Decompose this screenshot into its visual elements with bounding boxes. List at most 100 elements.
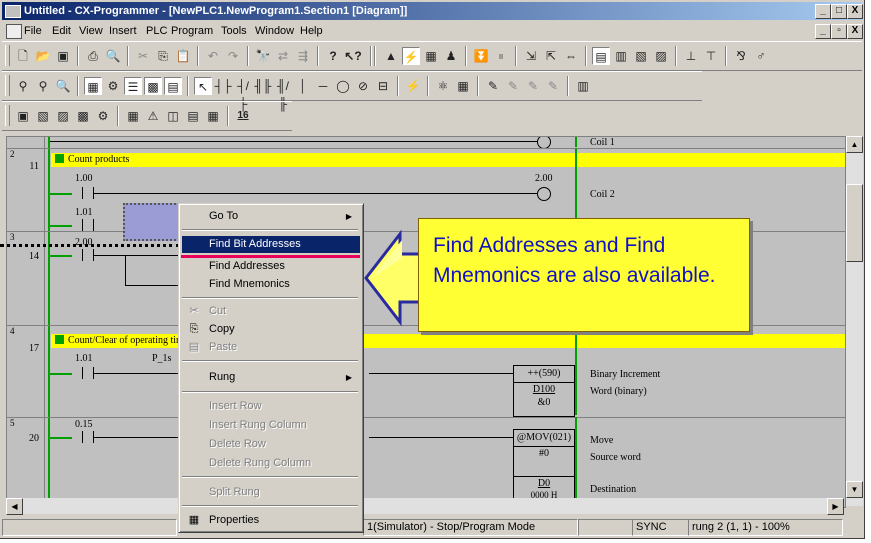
selection-cursor[interactable] xyxy=(123,203,183,241)
paste-icon[interactable]: 📋 xyxy=(174,47,192,65)
set-icon[interactable]: ⅋ xyxy=(732,47,750,65)
transfer-from-plc-icon[interactable]: ⇱ xyxy=(542,47,560,65)
menu-edit[interactable]: Edit xyxy=(52,22,71,40)
coil-symbol[interactable] xyxy=(537,187,551,201)
menu-item-delete-row[interactable]: Delete Row xyxy=(182,436,360,453)
program-mode-icon[interactable]: ▦ xyxy=(422,47,440,65)
menu-item-find-bit-addresses[interactable]: Find Bit Addresses xyxy=(182,236,360,253)
menu-window[interactable]: Window xyxy=(255,22,294,40)
menu-insert[interactable]: Insert xyxy=(109,22,137,40)
copy-icon[interactable]: ⎘ xyxy=(154,47,172,65)
menu-item-cut[interactable]: ✂ Cut xyxy=(182,303,360,320)
settings-icon[interactable]: ⚙ xyxy=(94,107,112,125)
zoom-fit-icon[interactable]: 🔍 xyxy=(54,77,72,95)
maximize-button[interactable]: □ xyxy=(831,4,847,19)
help-icon[interactable]: ? xyxy=(324,47,342,65)
doc-restore-button[interactable]: ▫ xyxy=(831,24,847,39)
find-icon[interactable]: 🔭 xyxy=(254,47,272,65)
menu-item-insert-row[interactable]: Insert Row xyxy=(182,398,360,415)
online-icon[interactable]: ▲ xyxy=(382,47,400,65)
save-icon[interactable]: ▣ xyxy=(54,47,72,65)
redo-icon[interactable]: ↷ xyxy=(224,47,242,65)
run-icon[interactable]: ⏬ xyxy=(472,47,490,65)
new-contact-icon[interactable]: ┤├ xyxy=(214,77,232,95)
new-closed-coil-icon[interactable]: ⊘ xyxy=(354,77,372,95)
menu-program[interactable]: Program xyxy=(171,22,213,40)
finish-edit-icon[interactable]: ✎ xyxy=(544,77,562,95)
send-changes-icon[interactable]: ✎ xyxy=(524,77,542,95)
scroll-up-button[interactable]: ▲ xyxy=(846,136,863,153)
vertical-line-icon[interactable]: │ xyxy=(294,77,312,95)
watch-window-icon[interactable]: ▤ xyxy=(592,47,610,65)
symbols-view-icon[interactable]: ▨ xyxy=(54,107,72,125)
close-button[interactable]: X xyxy=(847,4,863,19)
menu-item-find-mnemonics[interactable]: Find Mnemonics xyxy=(182,276,360,293)
context-help-icon[interactable]: ↖? xyxy=(344,47,362,65)
new-icon[interactable]: 🗋 xyxy=(14,47,32,65)
menu-plc[interactable]: PLC xyxy=(146,22,167,40)
new-closed-contact-icon[interactable]: ┤/├ xyxy=(234,77,252,111)
vertical-scrollbar[interactable]: ▲ ▼ xyxy=(845,136,863,506)
app-icon[interactable] xyxy=(5,5,21,18)
address-reference-icon[interactable]: ▥ xyxy=(612,47,630,65)
ladder-view-icon[interactable]: ▣ xyxy=(14,107,32,125)
rung-annotation-icon[interactable]: ☰ xyxy=(124,77,142,95)
replace-icon[interactable]: ⇄ xyxy=(274,47,292,65)
io-table-icon[interactable]: ▩ xyxy=(74,107,92,125)
menu-tools[interactable]: Tools xyxy=(221,22,247,40)
compare-icon[interactable]: ⇔ xyxy=(562,47,580,65)
pause-icon[interactable]: ⏸ xyxy=(492,47,510,65)
document-icon[interactable] xyxy=(6,24,22,39)
horizontal-line-icon[interactable]: ─ xyxy=(314,77,332,95)
scroll-down-button[interactable]: ▼ xyxy=(846,481,863,498)
debug-icon[interactable]: ♟ xyxy=(442,47,460,65)
memory-icon[interactable]: ▦ xyxy=(454,77,472,95)
protection-icon[interactable]: ▦ xyxy=(204,107,222,125)
new-or-contact-icon[interactable]: ╢╟ xyxy=(254,77,272,95)
cycle-time-icon[interactable]: ▤ xyxy=(184,107,202,125)
menu-item-copy[interactable]: ⎘ Copy xyxy=(182,321,360,338)
rung-comment[interactable]: Count/Clear of operating tim xyxy=(51,334,845,348)
minimize-button[interactable]: _ xyxy=(815,4,831,19)
doc-close-button[interactable]: X xyxy=(847,24,863,39)
cut-icon[interactable]: ✂ xyxy=(134,47,152,65)
new-coil-icon[interactable]: ◯ xyxy=(334,77,352,95)
output-window-icon[interactable]: ▧ xyxy=(632,47,650,65)
reset-icon[interactable]: ♂ xyxy=(752,47,770,65)
select-mode-icon[interactable]: ↖ xyxy=(194,77,212,95)
grid-icon[interactable]: ▦ xyxy=(84,77,102,95)
menu-item-split-rung[interactable]: Split Rung xyxy=(182,484,360,501)
mnemonic-view-icon[interactable]: ▧ xyxy=(34,107,52,125)
new-or-closed-contact-icon[interactable]: ╢/╟ xyxy=(274,77,292,111)
plc-clock-icon[interactable]: ◫ xyxy=(164,107,182,125)
show-list-icon[interactable]: ▤ xyxy=(164,77,182,95)
monitor-icon[interactable]: ⚡ xyxy=(402,47,420,65)
open-icon[interactable]: 📂 xyxy=(34,47,52,65)
menu-help[interactable]: Help xyxy=(300,22,323,40)
cross-reference-icon[interactable]: ⚛ xyxy=(434,77,452,95)
instruction-block[interactable]: ++(590) D100 &0 xyxy=(513,365,575,417)
menu-item-go-to[interactable]: Go To ▶ xyxy=(182,208,360,225)
scroll-thumb[interactable] xyxy=(846,184,863,262)
undo-icon[interactable]: ↶ xyxy=(204,47,222,65)
menu-item-rung[interactable]: Rung ▶ xyxy=(182,369,360,386)
horizontal-scrollbar[interactable]: ◀ ▶ xyxy=(6,498,844,515)
menu-item-properties[interactable]: ▦ Properties xyxy=(182,512,360,529)
find-next-icon[interactable]: ⇶ xyxy=(294,47,312,65)
force-on-icon[interactable]: ⊥ xyxy=(682,47,700,65)
print-icon[interactable]: ⎙ xyxy=(84,47,102,65)
instruction-block[interactable]: @MOV(021) #0 D0 0000 H xyxy=(513,429,575,507)
zoom-level-button[interactable]: 16 xyxy=(234,107,252,125)
data-trace-icon[interactable]: ▥ xyxy=(574,77,592,95)
menu-item-find-addresses[interactable]: Find Addresses xyxy=(182,258,360,275)
zoom-in-icon[interactable]: ⚲ xyxy=(14,77,32,95)
online-edit-icon[interactable]: ✎ xyxy=(484,77,502,95)
scroll-left-button[interactable]: ◀ xyxy=(6,498,23,515)
compile-icon[interactable]: ⚡ xyxy=(404,77,422,95)
scroll-right-button[interactable]: ▶ xyxy=(827,498,844,515)
project-workspace-icon[interactable]: ▨ xyxy=(652,47,670,65)
cancel-edit-icon[interactable]: ✎ xyxy=(504,77,522,95)
transfer-to-plc-icon[interactable]: ⇲ xyxy=(522,47,540,65)
menu-file[interactable]: File xyxy=(24,22,42,40)
force-off-icon[interactable]: ⊤ xyxy=(702,47,720,65)
